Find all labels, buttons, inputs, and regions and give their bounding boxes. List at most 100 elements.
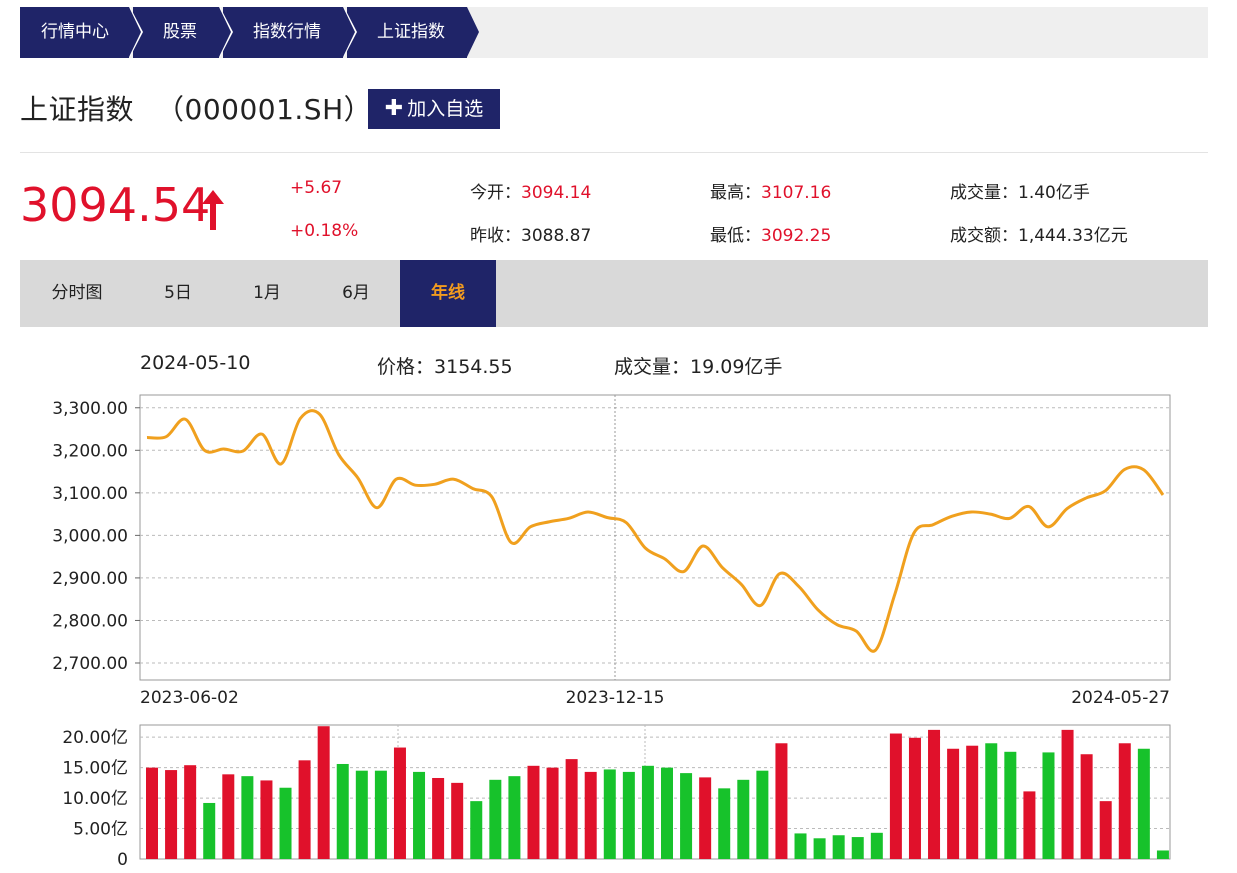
price-change: +5.67 bbox=[290, 178, 343, 198]
volume-bar bbox=[794, 833, 807, 859]
breadcrumb-label: 行情中心 bbox=[41, 22, 109, 42]
plot-frame bbox=[139, 394, 1171, 681]
y-tick-label: 3,000.00 bbox=[52, 526, 128, 546]
volume-bar bbox=[393, 747, 406, 859]
volume-bar bbox=[928, 729, 941, 859]
breadcrumb-item-sse-index[interactable]: 上证指数 bbox=[347, 7, 479, 58]
volume-bar bbox=[1023, 791, 1036, 859]
add-button-label: 加入自选 bbox=[407, 98, 484, 120]
volume-bar bbox=[661, 767, 673, 859]
volume-bar bbox=[432, 777, 445, 859]
tab-6-month[interactable]: 6月 bbox=[312, 260, 400, 327]
hover-volume-label: 成交量： bbox=[614, 356, 691, 378]
volume-bar bbox=[756, 770, 769, 859]
volume-y-tick-label: 10.00亿 bbox=[62, 789, 128, 809]
volume-bar bbox=[317, 726, 330, 859]
volume-y-tick-label: 0 bbox=[117, 850, 128, 870]
volume-bar bbox=[527, 765, 540, 859]
tab-intraday[interactable]: 分时图 bbox=[20, 260, 134, 327]
volume-bar bbox=[336, 763, 349, 859]
volume-bar bbox=[947, 748, 960, 859]
volume-bar bbox=[737, 779, 750, 859]
volume-bar bbox=[1156, 850, 1169, 859]
hover-volume: 成交量：19.09亿手 bbox=[614, 352, 782, 379]
volume-bar bbox=[832, 835, 845, 859]
index-name: 上证指数 bbox=[20, 93, 135, 126]
price-line-chart[interactable]: 3,300.00 3,200.00 3,100.00 3,000.00 2,900.00… bbox=[0, 385, 1237, 715]
x-tick-label: 2023-06-02 bbox=[140, 688, 239, 708]
volume-bar bbox=[985, 743, 998, 859]
divider bbox=[20, 152, 1208, 153]
volume-bar-chart[interactable]: 20.00亿 15.00亿 10.00亿 5.00亿 0 bbox=[0, 723, 1237, 873]
volume-bar bbox=[1004, 751, 1017, 859]
volume-bar bbox=[1099, 801, 1112, 859]
prev-close-value: 3088.87 bbox=[521, 226, 592, 246]
volume-bar bbox=[470, 801, 483, 859]
y-tick-label: 3,200.00 bbox=[52, 441, 128, 461]
volume-bar bbox=[279, 787, 292, 859]
open-field: 今开：3094.14 bbox=[470, 178, 591, 203]
breadcrumb-label: 股票 bbox=[163, 22, 197, 42]
chevron-right-icon bbox=[344, 7, 357, 57]
volume-y-tick-label: 15.00亿 bbox=[62, 759, 128, 779]
volume-bar bbox=[718, 788, 731, 859]
price-change-percent: +0.18% bbox=[290, 221, 359, 241]
high-value: 3107.16 bbox=[761, 183, 832, 203]
volume-bar bbox=[1061, 729, 1074, 859]
volume-bar bbox=[374, 770, 387, 859]
volume-bar bbox=[622, 771, 635, 859]
volume-bar bbox=[813, 838, 826, 859]
y-tick-label: 3,300.00 bbox=[52, 399, 128, 419]
tab-5-day[interactable]: 5日 bbox=[134, 260, 222, 327]
volume-y-tick-label: 5.00亿 bbox=[73, 820, 128, 840]
volume-bar bbox=[870, 832, 883, 859]
breadcrumb-item-market-center[interactable]: 行情中心 bbox=[20, 7, 143, 58]
volume-bar bbox=[451, 782, 464, 859]
hover-price-value: 3154.55 bbox=[434, 356, 513, 378]
low-value: 3092.25 bbox=[761, 226, 832, 246]
prev-close-field: 昨收：3088.87 bbox=[470, 221, 591, 246]
volume-field: 成交量：1.40亿手 bbox=[950, 178, 1090, 203]
volume-bar bbox=[241, 776, 254, 859]
tab-year[interactable]: 年线 bbox=[400, 260, 496, 327]
volume-bar bbox=[222, 774, 235, 859]
volume-bar bbox=[1080, 754, 1093, 859]
volume-bar bbox=[680, 773, 693, 859]
volume-bar bbox=[851, 837, 864, 859]
volume-bar bbox=[775, 743, 788, 859]
volume-value: 1.40亿手 bbox=[1018, 183, 1090, 203]
y-tick-label: 3,100.00 bbox=[52, 484, 128, 504]
tab-1-month[interactable]: 1月 bbox=[222, 260, 312, 327]
arrow-up-icon bbox=[202, 190, 224, 230]
x-tick-label: 2024-05-27 bbox=[1071, 688, 1170, 708]
period-tabs: 分时图 5日 1月 6月 年线 bbox=[20, 260, 1208, 327]
breadcrumb-bar: 行情中心 股票 指数行情 上证指数 bbox=[20, 7, 1208, 58]
breadcrumb-label: 指数行情 bbox=[253, 22, 321, 42]
volume-bar bbox=[1137, 748, 1150, 859]
breadcrumb-item-stocks[interactable]: 股票 bbox=[133, 7, 233, 58]
volume-bar bbox=[260, 780, 273, 859]
plus-icon: ✚ bbox=[384, 96, 404, 121]
last-price: 3094.54 bbox=[20, 178, 211, 232]
index-code: （000001.SH） bbox=[156, 93, 373, 126]
volume-bar bbox=[165, 770, 178, 859]
volume-y-tick-label: 20.00亿 bbox=[62, 728, 128, 748]
volume-bar bbox=[641, 765, 654, 859]
low-field: 最低：3092.25 bbox=[710, 221, 831, 246]
amount-value: 1,444.33亿元 bbox=[1018, 226, 1128, 246]
amount-label: 成交额： bbox=[950, 226, 1018, 246]
volume-bar bbox=[413, 771, 426, 859]
volume-bar bbox=[584, 771, 597, 859]
amount-field: 成交额：1,444.33亿元 bbox=[950, 221, 1128, 246]
add-to-watchlist-button[interactable]: ✚ 加入自选 bbox=[368, 89, 500, 129]
breadcrumb-item-index-quotes[interactable]: 指数行情 bbox=[223, 7, 357, 58]
hover-volume-value: 19.09亿手 bbox=[690, 356, 783, 378]
high-label: 最高： bbox=[710, 183, 761, 203]
volume-bar bbox=[1042, 752, 1055, 859]
volume-bar bbox=[355, 770, 368, 859]
hover-price: 价格：3154.55 bbox=[377, 352, 513, 379]
prev-close-label: 昨收： bbox=[470, 226, 521, 246]
volume-bar bbox=[203, 802, 216, 859]
volume-bar bbox=[966, 745, 979, 859]
volume-bar bbox=[546, 767, 559, 859]
